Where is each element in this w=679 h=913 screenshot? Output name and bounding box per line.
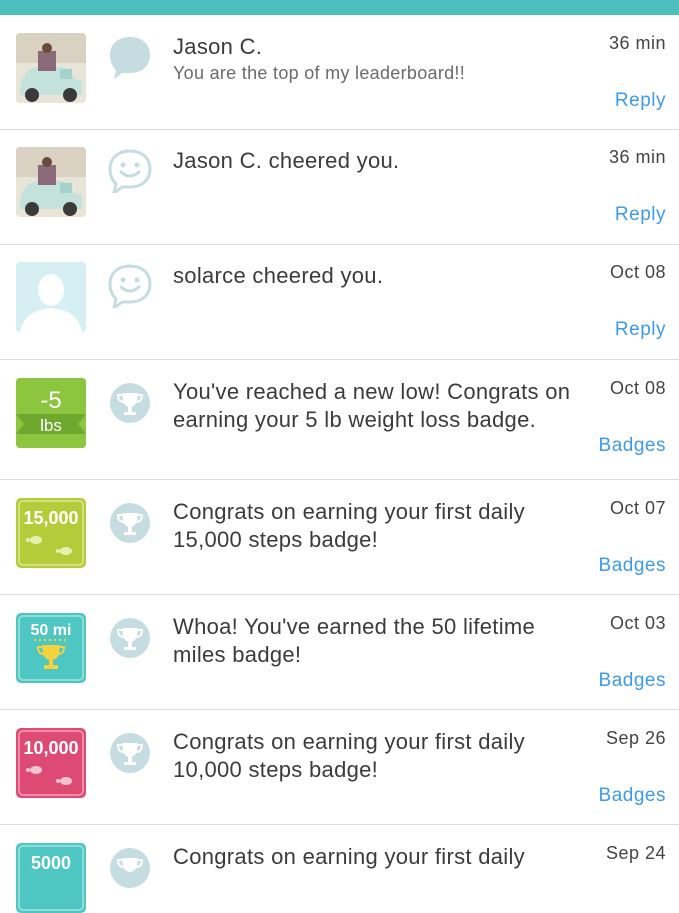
- trophy-bubble-icon: [110, 848, 150, 888]
- footprints-badge-icon: 15,000: [16, 498, 86, 568]
- message-bubble-icon: [110, 37, 150, 79]
- badge-unit: lbs: [40, 416, 62, 435]
- timestamp: Oct 07: [609, 498, 666, 518]
- notification-text: Whoa! You've earned the 50 lifetime mile…: [173, 614, 536, 667]
- steps-badge[interactable]: 10,000: [16, 728, 86, 798]
- notification-text: Congrats on earning your first daily: [173, 844, 525, 869]
- notification-row[interactable]: 10,000 Congrats on earning your first da…: [0, 710, 679, 825]
- notification-row[interactable]: Jason C. You are the top of my leaderboa…: [0, 15, 679, 130]
- reply-link[interactable]: Reply: [615, 319, 666, 341]
- reply-link[interactable]: Reply: [615, 90, 666, 112]
- badge-value: -5: [40, 387, 61, 414]
- timestamp: Sep 24: [605, 843, 666, 863]
- timestamp: Oct 03: [609, 613, 666, 633]
- badge-value: 10,000: [23, 738, 78, 758]
- badges-link[interactable]: Badges: [599, 555, 666, 577]
- footprints-badge-icon: 10,000: [16, 728, 86, 798]
- car-photo-icon: [16, 147, 86, 217]
- badge-value: 15,000: [23, 508, 78, 528]
- trophy-bubble-icon: [110, 618, 150, 658]
- avatar[interactable]: [16, 33, 86, 103]
- notification-text: You've reached a new low! Congrats on ea…: [173, 379, 571, 432]
- notification-text: solarce cheered you.: [173, 263, 384, 288]
- trophy-bubble-icon: [110, 733, 150, 773]
- sender-name: Jason C.: [173, 34, 263, 59]
- badges-link[interactable]: Badges: [599, 670, 666, 692]
- avatar[interactable]: [16, 147, 86, 217]
- notification-list: Jason C. You are the top of my leaderboa…: [0, 15, 679, 913]
- notification-row[interactable]: -5 lbs You've reached a new low! Congrat…: [0, 360, 679, 480]
- notification-row[interactable]: 5000 Congrats on earning your first dail…: [0, 825, 679, 913]
- notification-row[interactable]: Jason C. cheered you. 36 min Reply: [0, 130, 679, 245]
- timestamp: 36 min: [608, 33, 666, 53]
- badge-value: 50 mi: [31, 622, 72, 639]
- reply-link[interactable]: Reply: [615, 204, 666, 226]
- footprints-badge-icon: 5000: [16, 843, 86, 913]
- default-user-icon: [16, 262, 86, 332]
- notification-text: Congrats on earning your first daily 15,…: [173, 499, 525, 552]
- notification-text: Congrats on earning your first daily 10,…: [173, 729, 525, 782]
- weight-loss-badge[interactable]: -5 lbs: [16, 378, 86, 448]
- smiley-bubble-icon: [108, 264, 152, 308]
- header-bar: [0, 0, 679, 15]
- trophy-bubble-icon: [110, 503, 150, 543]
- timestamp: Oct 08: [609, 262, 666, 282]
- notification-row[interactable]: 50 mi Whoa! You've earned the 50 lifetim…: [0, 595, 679, 710]
- avatar[interactable]: [16, 262, 86, 332]
- trophy-badge-icon: 50 mi: [16, 613, 86, 683]
- smiley-bubble-icon: [108, 149, 152, 193]
- trophy-bubble-icon: [110, 383, 150, 423]
- message-preview: You are the top of my leaderboard!!: [173, 63, 466, 83]
- timestamp: 36 min: [608, 147, 666, 167]
- badge-value: 5000: [31, 853, 71, 873]
- badges-link[interactable]: Badges: [599, 785, 666, 807]
- timestamp: Sep 26: [605, 728, 666, 748]
- timestamp: Oct 08: [609, 378, 666, 398]
- notification-row[interactable]: 15,000 Congrats on earning your first da…: [0, 480, 679, 595]
- steps-badge[interactable]: 15,000: [16, 498, 86, 568]
- notification-text: Jason C. You are the top of my leaderboa…: [173, 33, 573, 84]
- badges-link[interactable]: Badges: [599, 435, 666, 457]
- notification-row[interactable]: solarce cheered you. Oct 08 Reply: [0, 245, 679, 360]
- miles-badge[interactable]: 50 mi: [16, 613, 86, 683]
- car-photo-icon: [16, 33, 86, 103]
- bubble-shape: [110, 37, 150, 79]
- notification-text: Jason C. cheered you.: [173, 148, 400, 173]
- ribbon-badge-icon: -5 lbs: [16, 378, 86, 448]
- steps-badge[interactable]: 5000: [16, 843, 86, 913]
